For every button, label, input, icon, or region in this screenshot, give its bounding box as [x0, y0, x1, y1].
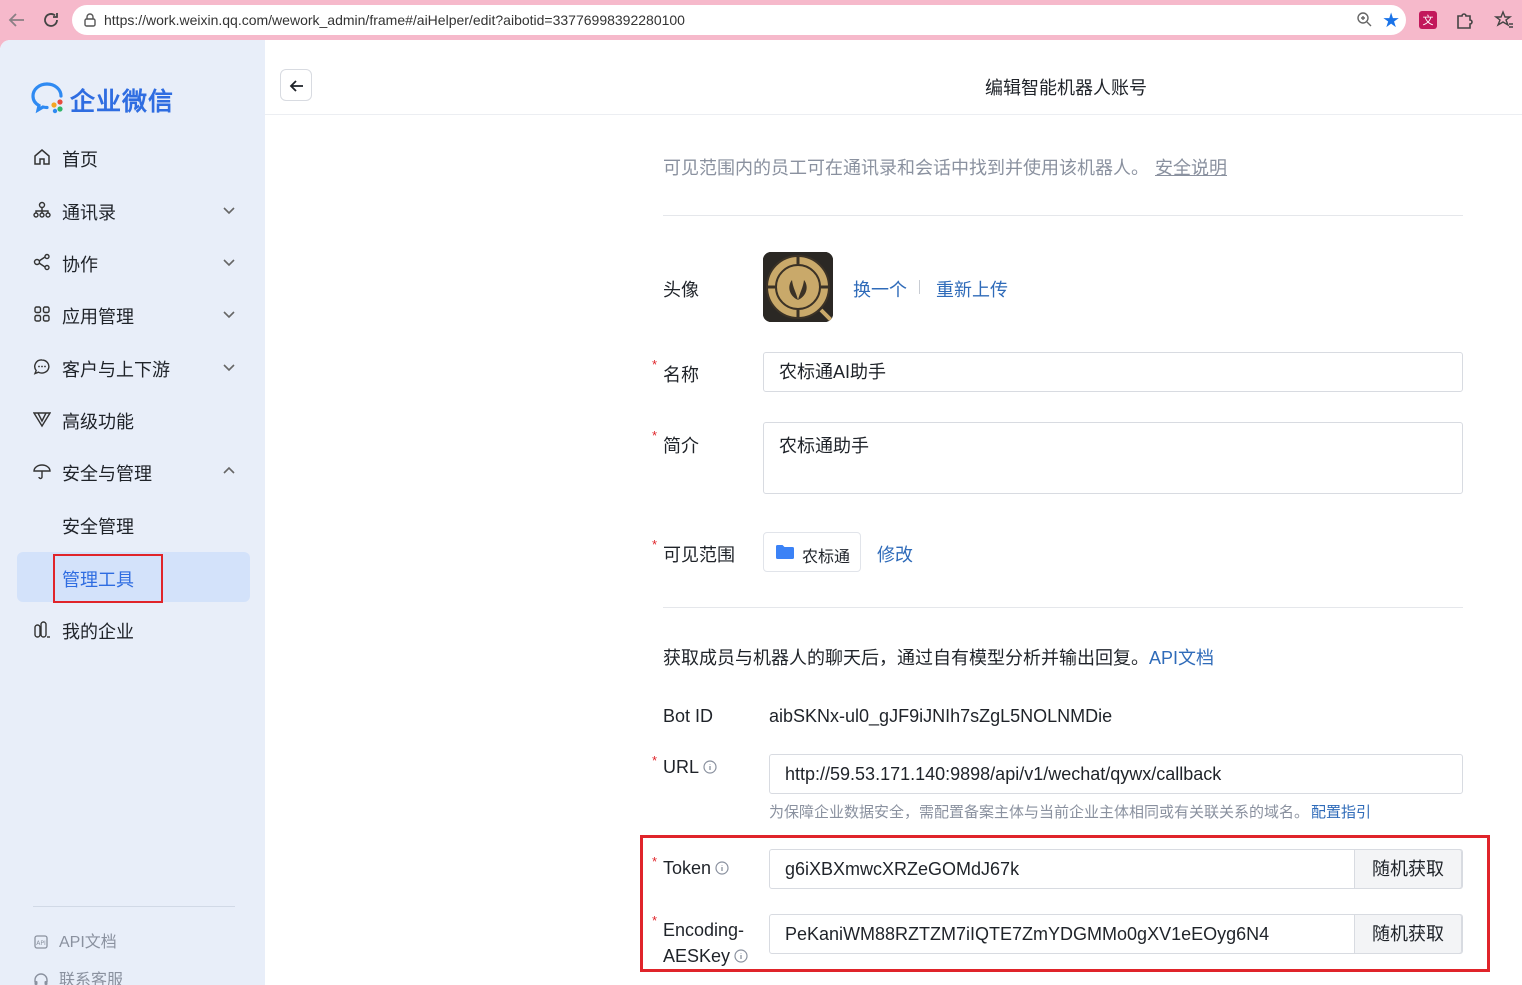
sidebar-item-label: 高级功能	[62, 412, 134, 432]
home-icon	[34, 149, 50, 165]
folder-icon	[776, 545, 794, 559]
sidebar-item-label: 安全管理	[62, 517, 134, 537]
url-input[interactable]: http://59.53.171.140:9898/api/v1/wechat/…	[769, 754, 1463, 794]
visibility-note: 可见范围内的员工可在通讯录和会话中找到并使用该机器人。 安全说明	[663, 154, 1227, 180]
headset-icon	[33, 972, 49, 985]
wecom-logo[interactable]: 企业微信	[30, 80, 173, 116]
url-label: URL	[663, 757, 700, 777]
highlight-box	[640, 835, 1490, 972]
sidebar-item-label: 客户与上下游	[62, 360, 170, 380]
sidebar-item-label: 我的企业	[62, 622, 134, 642]
sidebar-item-label: 首页	[62, 150, 98, 170]
config-guide-link[interactable]: 配置指引	[1311, 804, 1371, 821]
sidebar-item-label: 通讯录	[62, 203, 116, 223]
sidebar-item-contacts[interactable]: 通讯录	[17, 185, 250, 235]
security-info-link[interactable]: 安全说明	[1155, 158, 1227, 178]
name-label: 名称	[663, 365, 699, 385]
api-doc-icon: API	[33, 934, 49, 950]
svg-text:文: 文	[1423, 13, 1434, 27]
sidebar-api-docs-link[interactable]: API API文档	[33, 928, 117, 952]
org-icon	[33, 201, 51, 218]
required-mark: *	[652, 753, 658, 768]
translate-extension-icon[interactable]: 文	[1418, 10, 1438, 30]
botid-label: Bot ID	[663, 706, 714, 726]
chevron-down-icon	[223, 207, 235, 215]
scope-label: 可见范围	[663, 545, 735, 565]
api-docs-link[interactable]: API文档	[1149, 648, 1214, 668]
zoom-icon[interactable]	[1356, 11, 1372, 30]
url-text: https://work.weixin.qq.com/wework_admin/…	[104, 12, 685, 28]
chevron-up-icon	[223, 466, 235, 474]
highlight-box	[53, 554, 163, 603]
sidebar-item-label: 应用管理	[62, 307, 134, 327]
sidebar-item-home[interactable]: 首页	[17, 132, 250, 182]
link-separator	[919, 280, 920, 294]
avatar-image	[763, 252, 833, 322]
required-mark: *	[652, 537, 658, 552]
required-mark: *	[652, 428, 658, 443]
section-divider	[663, 215, 1463, 216]
app-window: 企业微信 首页 通讯录 协作 应用管理 客户与上下游 高级功能 安全与管理 安全…	[0, 40, 1522, 985]
intro-textarea[interactable]: 农标通助手	[763, 422, 1463, 494]
scope-value: 农标通	[802, 549, 851, 566]
url-hint-text: 为保障企业数据安全，需配置备案主体与当前企业主体相同或有关联关系的域名。	[769, 804, 1310, 821]
api-note-text: 获取成员与机器人的聊天后，通过自有模型分析并输出回复。	[663, 648, 1149, 668]
favorites-icon[interactable]	[1493, 10, 1514, 30]
chevron-down-icon	[223, 259, 235, 267]
intro-label: 简介	[663, 436, 699, 456]
sidebar-item-apps[interactable]: 应用管理	[17, 289, 250, 339]
scope-chip: 农标通	[763, 532, 861, 572]
building-icon	[34, 621, 50, 638]
back-button[interactable]	[280, 69, 312, 101]
name-input[interactable]: 农标通AI助手	[763, 352, 1463, 392]
back-arrow-icon[interactable]	[6, 9, 28, 31]
required-mark: *	[652, 357, 658, 372]
sidebar-item-security-mgmt[interactable]: 安全与管理	[17, 446, 250, 496]
sidebar-item-security[interactable]: 安全管理	[17, 499, 250, 549]
sidebar-item-label: 协作	[62, 255, 98, 275]
browser-toolbar: https://work.weixin.qq.com/wework_admin/…	[0, 0, 1522, 40]
edit-scope-link[interactable]: 修改	[877, 541, 913, 567]
api-docs-label: API文档	[59, 934, 117, 951]
page-header: 编辑智能机器人账号	[265, 55, 1522, 115]
advanced-icon	[33, 412, 51, 428]
logo-text: 企业微信	[70, 88, 175, 116]
extensions-puzzle-icon[interactable]	[1454, 10, 1474, 30]
page-title: 编辑智能机器人账号	[985, 78, 1147, 98]
umbrella-icon	[33, 464, 51, 480]
sidebar-item-advanced[interactable]: 高级功能	[17, 394, 250, 444]
bookmark-star-icon[interactable]: ★	[1382, 8, 1400, 33]
sidebar: 企业微信 首页 通讯录 协作 应用管理 客户与上下游 高级功能 安全与管理 安全…	[0, 40, 265, 985]
wecom-logo-icon	[31, 82, 63, 114]
sidebar-support-link[interactable]: 联系客服	[33, 966, 123, 985]
avatar-label: 头像	[663, 280, 699, 300]
url-hint: 为保障企业数据安全，需配置备案主体与当前企业主体相同或有关联关系的域名。 配置指引	[769, 801, 1371, 822]
reupload-avatar-link[interactable]: 重新上传	[936, 276, 1008, 302]
info-icon[interactable]	[703, 760, 717, 774]
main-content: 编辑智能机器人账号 可见范围内的员工可在通讯录和会话中找到并使用该机器人。 安全说…	[265, 55, 1522, 985]
sidebar-item-label: 安全与管理	[62, 464, 152, 484]
url-label-wrap: URL	[663, 757, 717, 778]
svg-text:API: API	[36, 940, 46, 947]
sidebar-item-collab[interactable]: 协作	[17, 237, 250, 287]
section-divider	[663, 607, 1463, 608]
visibility-note-text: 可见范围内的员工可在通讯录和会话中找到并使用该机器人。	[663, 158, 1149, 178]
site-info-icon[interactable]	[82, 12, 98, 28]
chat-icon	[33, 359, 50, 375]
arrow-left-icon	[289, 80, 303, 92]
sidebar-item-my-company[interactable]: 我的企业	[17, 604, 250, 654]
reload-icon[interactable]	[40, 9, 62, 31]
sidebar-item-customers[interactable]: 客户与上下游	[17, 342, 250, 392]
api-note: 获取成员与机器人的聊天后，通过自有模型分析并输出回复。API文档	[663, 644, 1214, 670]
botid-value: aibSKNx-ul0_gJF9iJNIh7sZgL5NOLNMDie	[769, 706, 1113, 726]
apps-icon	[34, 306, 50, 322]
chevron-down-icon	[223, 364, 235, 372]
sidebar-divider	[33, 906, 235, 907]
change-avatar-link[interactable]: 换一个	[853, 276, 907, 302]
address-bar[interactable]: https://work.weixin.qq.com/wework_admin/…	[72, 5, 1406, 35]
bot-avatar[interactable]	[763, 252, 833, 322]
collab-icon	[33, 253, 50, 271]
support-label: 联系客服	[59, 972, 124, 985]
chevron-down-icon	[223, 311, 235, 319]
